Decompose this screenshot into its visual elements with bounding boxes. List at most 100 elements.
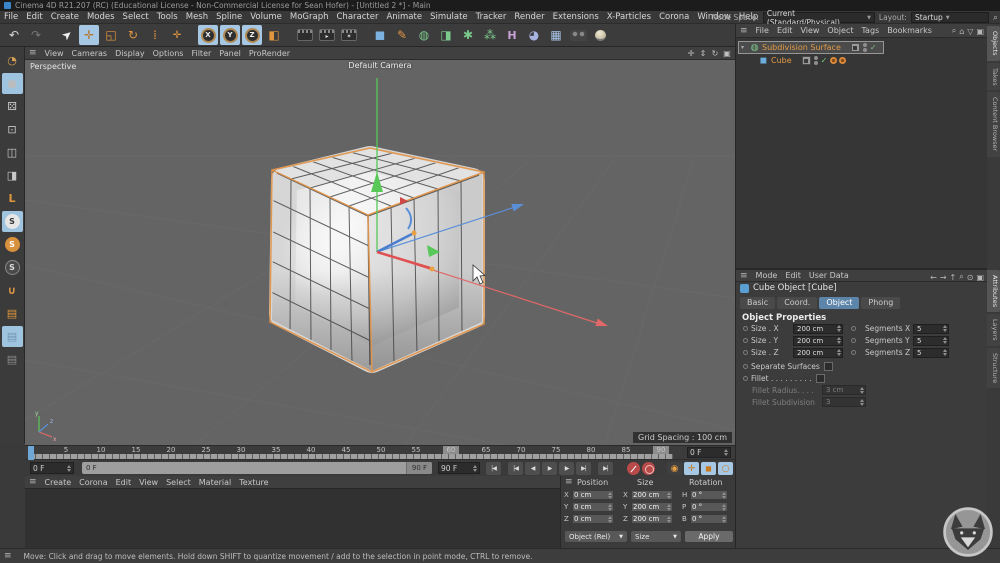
autokey-button[interactable]: [642, 462, 655, 475]
axis-mode-icon[interactable]: L: [2, 188, 23, 209]
spinner-icon[interactable]: [473, 465, 477, 472]
spinner-icon[interactable]: [608, 516, 612, 523]
mograph-cloner-icon[interactable]: ⁂: [480, 25, 500, 45]
node-space-dropdown[interactable]: Current (Standard/Physical) ▼: [763, 12, 875, 23]
checkbox[interactable]: [824, 362, 833, 371]
material-menu-item[interactable]: Texture: [235, 478, 272, 487]
spinner-icon[interactable]: [943, 325, 947, 332]
am-search-icon[interactable]: ⌕: [959, 272, 963, 282]
size-field[interactable]: 200 cm: [631, 502, 673, 512]
quantize-icon[interactable]: S: [2, 257, 23, 278]
spinner-icon[interactable]: [67, 465, 71, 472]
size-field[interactable]: 200 cm: [631, 514, 673, 524]
spinner-icon[interactable]: [667, 504, 671, 511]
hamburger-icon[interactable]: ≡: [561, 477, 577, 487]
panel-tab[interactable]: Layers: [987, 314, 1000, 346]
material-menu-item[interactable]: Create: [41, 478, 76, 487]
goto-end-button[interactable]: ▶|: [598, 462, 613, 475]
object-manager-menu-item[interactable]: Tags: [857, 26, 883, 35]
object-name[interactable]: Cube: [771, 56, 792, 65]
viewport-menu-item[interactable]: Options: [149, 49, 188, 58]
volume-icon[interactable]: ◕: [524, 25, 544, 45]
menu-item[interactable]: Animate: [382, 12, 426, 22]
make-editable-icon[interactable]: ◔: [2, 50, 23, 71]
simulate-icon[interactable]: ▦: [546, 25, 566, 45]
lock-y-axis-icon[interactable]: Y: [220, 25, 240, 45]
spinner-icon[interactable]: [608, 504, 612, 511]
om-search-icon[interactable]: ⌕: [952, 26, 956, 36]
planar-workplane-icon[interactable]: ▤: [2, 349, 23, 370]
spinner-icon[interactable]: [837, 349, 841, 356]
menu-item[interactable]: Volume: [246, 12, 286, 22]
subdivision-surface-icon[interactable]: ◍: [414, 25, 434, 45]
am-lock-icon[interactable]: ⊙: [967, 273, 974, 282]
viewport-pan-icon[interactable]: ✛: [685, 49, 697, 58]
record-position-button[interactable]: ✛: [684, 462, 699, 475]
spinner-icon[interactable]: [608, 492, 612, 499]
render-view-icon[interactable]: [295, 25, 315, 45]
menu-item[interactable]: Tracker: [472, 12, 511, 22]
menu-item[interactable]: Tools: [153, 12, 182, 22]
live-selection-icon[interactable]: ➤: [57, 25, 77, 45]
segments-input[interactable]: 5: [913, 336, 949, 346]
keyframe-dot-icon[interactable]: [851, 350, 856, 355]
size-input[interactable]: 200 cm: [793, 324, 843, 334]
point-mode-icon[interactable]: ⊡: [2, 119, 23, 140]
record-keyframe-button[interactable]: [627, 462, 640, 475]
visibility-dots[interactable]: [814, 56, 818, 65]
search-icon[interactable]: ⌕: [993, 13, 998, 23]
panel-tab[interactable]: Takes: [987, 63, 1000, 91]
enable-snap-icon[interactable]: S: [2, 211, 23, 232]
panel-tab[interactable]: Objects: [987, 26, 1000, 61]
visibility-dots[interactable]: [863, 43, 867, 52]
menu-item[interactable]: Spline: [212, 12, 246, 22]
light-icon[interactable]: [590, 25, 610, 45]
attribute-tab[interactable]: Phong: [861, 297, 900, 309]
add-tool-icon[interactable]: ✛: [167, 25, 187, 45]
current-frame-field[interactable]: 0 F: [30, 462, 74, 474]
hamburger-icon[interactable]: ≡: [736, 271, 752, 281]
spinner-icon[interactable]: [667, 492, 671, 499]
timeline-ruler[interactable]: 051015202530354045505560657075808590 0 F: [25, 445, 735, 459]
undo-icon[interactable]: ↶: [4, 25, 24, 45]
field-icon[interactable]: ✱: [458, 25, 478, 45]
object-manager-menu-item[interactable]: View: [796, 26, 823, 35]
attribute-menu-item[interactable]: Edit: [781, 271, 805, 280]
keyframe-dot-icon[interactable]: [743, 364, 748, 369]
enable-toggle[interactable]: [802, 56, 811, 65]
keyframe-dot-icon[interactable]: [743, 376, 748, 381]
position-field[interactable]: 0 cm: [572, 502, 614, 512]
menu-item[interactable]: Corona: [655, 12, 693, 22]
spinner-icon[interactable]: [943, 349, 947, 356]
attribute-menu-item[interactable]: Mode: [752, 271, 782, 280]
spinner-icon[interactable]: [837, 325, 841, 332]
expand-icon[interactable]: ▾: [741, 44, 749, 51]
menu-item[interactable]: Select: [119, 12, 153, 22]
viewport[interactable]: ≡ ViewCamerasDisplayOptionsFilterPanelPr…: [25, 47, 735, 445]
character-icon[interactable]: H: [502, 25, 522, 45]
menu-item[interactable]: Extensions: [549, 12, 603, 22]
rotate-tool-icon[interactable]: ↻: [123, 25, 143, 45]
viewport-menu-item[interactable]: Panel: [215, 49, 245, 58]
viewport-menu-item[interactable]: ProRender: [245, 49, 294, 58]
checkbox[interactable]: [816, 374, 825, 383]
viewport-canvas[interactable]: Perspective Default Camera Grid Spacing …: [25, 60, 735, 445]
primitive-cube-icon[interactable]: ◼: [370, 25, 390, 45]
position-field[interactable]: 0 cm: [572, 514, 614, 524]
segments-input[interactable]: 5: [913, 324, 949, 334]
spinner-icon[interactable]: [722, 516, 726, 523]
render-picture-viewer-icon[interactable]: ▸: [317, 25, 337, 45]
scale-tool-icon[interactable]: ◱: [101, 25, 121, 45]
keyframe-dot-icon[interactable]: [851, 338, 856, 343]
keyframe-dot-icon[interactable]: [851, 326, 856, 331]
panel-tab[interactable]: Attributes: [987, 270, 1000, 312]
lock-x-axis-icon[interactable]: X: [198, 25, 218, 45]
frame-range-slider[interactable]: 0 F 90 F: [82, 462, 432, 474]
object-manager-menu-item[interactable]: File: [752, 26, 773, 35]
menu-item[interactable]: X-Particles: [603, 12, 655, 22]
attribute-tab[interactable]: Coord.: [777, 297, 817, 309]
size-input[interactable]: 200 cm: [793, 348, 843, 358]
magnet-icon[interactable]: ∪: [2, 280, 23, 301]
hamburger-icon[interactable]: ≡: [736, 26, 752, 36]
material-menu-item[interactable]: View: [135, 478, 162, 487]
